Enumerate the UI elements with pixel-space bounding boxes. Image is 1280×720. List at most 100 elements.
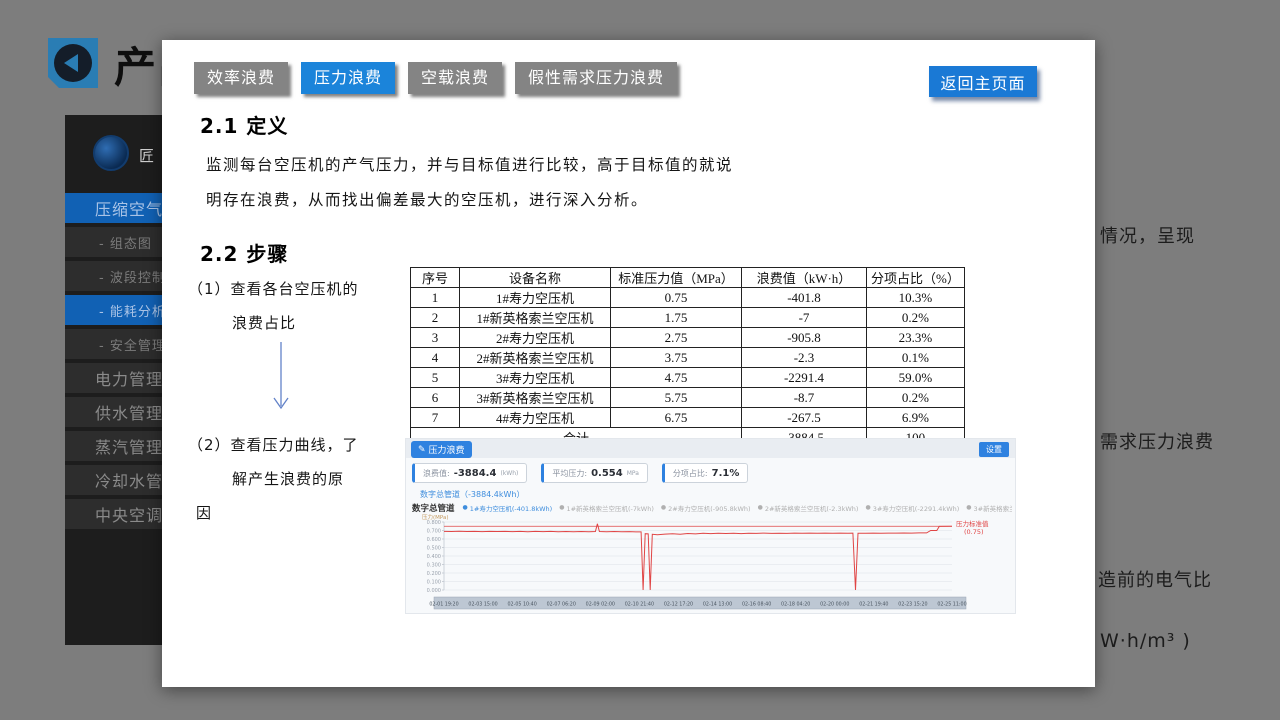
- table-cell: 10.3%: [867, 288, 965, 308]
- table-cell: -267.5: [742, 408, 867, 428]
- y-tick-label: 0.300: [427, 563, 441, 569]
- table-cell: -401.8: [742, 288, 867, 308]
- back-icon[interactable]: [48, 38, 98, 88]
- standard-line-label: 压力标准值: [956, 519, 989, 528]
- table-row: 42#新英格索兰空压机3.75-2.30.1%: [411, 348, 965, 368]
- step-1-text: （1）查看各台空压机的 浪费占比: [188, 272, 359, 340]
- tab-假性需求压力浪费[interactable]: 假性需求压力浪费: [515, 62, 677, 94]
- table-row: 53#寿力空压机4.75-2291.459.0%: [411, 368, 965, 388]
- table-cell: 5.75: [611, 388, 742, 408]
- pipeline-link[interactable]: 数字总管道（-3884.4kWh）: [420, 489, 525, 500]
- step-2-text: （2）查看压力曲线，了 解产生浪费的原 因: [188, 428, 359, 530]
- return-home-button[interactable]: 返回主页面: [929, 66, 1037, 97]
- table-cell: 6.9%: [867, 408, 965, 428]
- x-tick-label: 02-16 08:40: [742, 602, 771, 608]
- x-tick-label: 02-25 11:00: [937, 602, 966, 608]
- bg-text-fragment-4: W·h/m³ ): [1100, 630, 1191, 652]
- step-2-line: 因: [188, 496, 359, 530]
- section-title-definition: 2.1 定义: [200, 110, 288, 139]
- y-tick-label: 0.500: [427, 546, 441, 552]
- tab-压力浪费[interactable]: 压力浪费: [301, 62, 395, 94]
- app-logo-text: 匠: [139, 145, 154, 166]
- table-header-cell: 设备名称: [460, 268, 611, 288]
- bg-text-fragment-2: 需求压力浪费: [1100, 428, 1214, 454]
- table-cell: -2.3: [742, 348, 867, 368]
- table-cell: 2#新英格索兰空压机: [460, 348, 611, 368]
- table-cell: -2291.4: [742, 368, 867, 388]
- definition-line: 监测每台空压机的产气压力，并与目标值进行比较，高于目标值的就说: [206, 148, 733, 183]
- x-tick-label: 02-03 15:00: [468, 602, 497, 608]
- pressure-waste-tag-label: 压力浪费: [429, 443, 465, 456]
- x-tick-label: 02-20 00:00: [820, 602, 849, 608]
- definition-text: 监测每台空压机的产气压力，并与目标值进行比较，高于目标值的就说 明存在浪费，从而…: [206, 148, 733, 218]
- x-tick-label: 02-14 13:00: [703, 602, 732, 608]
- bg-text-fragment-3: 造前的电气比: [1098, 566, 1212, 592]
- tab-效率浪费[interactable]: 效率浪费: [194, 62, 288, 94]
- tab-空载浪费[interactable]: 空载浪费: [408, 62, 502, 94]
- screenshot-header: ✎ 压力浪费 设置: [406, 439, 1015, 458]
- table-cell: 2: [411, 308, 460, 328]
- edit-icon: ✎: [418, 445, 426, 455]
- table-cell: 0.2%: [867, 388, 965, 408]
- y-tick-label: 0.700: [427, 529, 441, 535]
- step-2-line: 解产生浪费的原: [188, 462, 359, 496]
- stats-row: 浪费值:-3884.4(kWh)平均压力:0.554MPa分项占比:7.1%: [412, 463, 748, 483]
- x-tick-label: 02-23 15:20: [898, 602, 927, 608]
- table-cell: 5: [411, 368, 460, 388]
- table-header-cell: 标准压力值（MPa）: [611, 268, 742, 288]
- table-row: 74#寿力空压机6.75-267.56.9%: [411, 408, 965, 428]
- table-cell: 0.2%: [867, 308, 965, 328]
- pressure-line-series: [444, 524, 952, 590]
- table-cell: -8.7: [742, 388, 867, 408]
- table-row: 11#寿力空压机0.75-401.810.3%: [411, 288, 965, 308]
- table-row: 63#新英格索兰空压机5.75-8.70.2%: [411, 388, 965, 408]
- definition-line: 明存在浪费，从而找出偏差最大的空压机，进行深入分析。: [206, 183, 733, 218]
- content-modal: 效率浪费压力浪费空载浪费假性需求压力浪费 返回主页面 2.1 定义 监测每台空压…: [162, 40, 1095, 687]
- table-cell: 4.75: [611, 368, 742, 388]
- x-tick-label: 02-07 06:20: [547, 602, 576, 608]
- table-cell: 1#新英格索兰空压机: [460, 308, 611, 328]
- table-cell: -7: [742, 308, 867, 328]
- table-cell: 3#寿力空压机: [460, 368, 611, 388]
- settings-button[interactable]: 设置: [979, 442, 1009, 457]
- x-tick-label: 02-21 19:40: [859, 602, 888, 608]
- x-tick-label: 02-09 02:00: [586, 602, 615, 608]
- table-cell: 3: [411, 328, 460, 348]
- back-arrow-triangle: [64, 54, 78, 72]
- section-title-steps: 2.2 步骤: [200, 238, 288, 267]
- down-arrow: [270, 340, 292, 418]
- bg-text-fragment-1: 情况，呈现: [1100, 222, 1195, 248]
- table-cell: 2#寿力空压机: [460, 328, 611, 348]
- y-tick-label: 0.100: [427, 580, 441, 586]
- table-row: 32#寿力空压机2.75-905.823.3%: [411, 328, 965, 348]
- table-cell: 3#新英格索兰空压机: [460, 388, 611, 408]
- table-cell: 23.3%: [867, 328, 965, 348]
- app-logo-icon: [93, 135, 129, 171]
- x-tick-label: 02-10 21:40: [625, 602, 654, 608]
- x-tick-label: 02-12 17:20: [664, 602, 693, 608]
- y-tick-label: 0.400: [427, 554, 441, 560]
- table-cell: 1: [411, 288, 460, 308]
- y-tick-label: 0.800: [427, 520, 441, 526]
- step-1-line: （1）查看各台空压机的: [188, 272, 359, 306]
- step-2-line: （2）查看压力曲线，了: [188, 428, 359, 462]
- pressure-waste-tag[interactable]: ✎ 压力浪费: [411, 441, 472, 458]
- table-cell: 4#寿力空压机: [460, 408, 611, 428]
- stat-box: 分项占比:7.1%: [662, 463, 748, 483]
- embedded-screenshot: ✎ 压力浪费 设置 浪费值:-3884.4(kWh)平均压力:0.554MPa分…: [405, 438, 1016, 614]
- table-header-cell: 序号: [411, 268, 460, 288]
- table-cell: 6.75: [611, 408, 742, 428]
- pressure-chart: 压力(MPa)0.8000.7000.6000.5000.4000.3000.2…: [408, 512, 1014, 612]
- table-cell: 3.75: [611, 348, 742, 368]
- table-cell: 59.0%: [867, 368, 965, 388]
- table-header-cell: 分项占比（%）: [867, 268, 965, 288]
- table-row: 21#新英格索兰空压机1.75-70.2%: [411, 308, 965, 328]
- y-tick-label: 0.600: [427, 537, 441, 543]
- table-cell: 7: [411, 408, 460, 428]
- stat-box: 平均压力:0.554MPa: [541, 463, 648, 483]
- x-tick-label: 02-01 19:20: [429, 602, 458, 608]
- table-cell: 4: [411, 348, 460, 368]
- back-icon-circle: [54, 44, 92, 82]
- tab-bar: 效率浪费压力浪费空载浪费假性需求压力浪费: [194, 62, 677, 94]
- table-cell: 1#寿力空压机: [460, 288, 611, 308]
